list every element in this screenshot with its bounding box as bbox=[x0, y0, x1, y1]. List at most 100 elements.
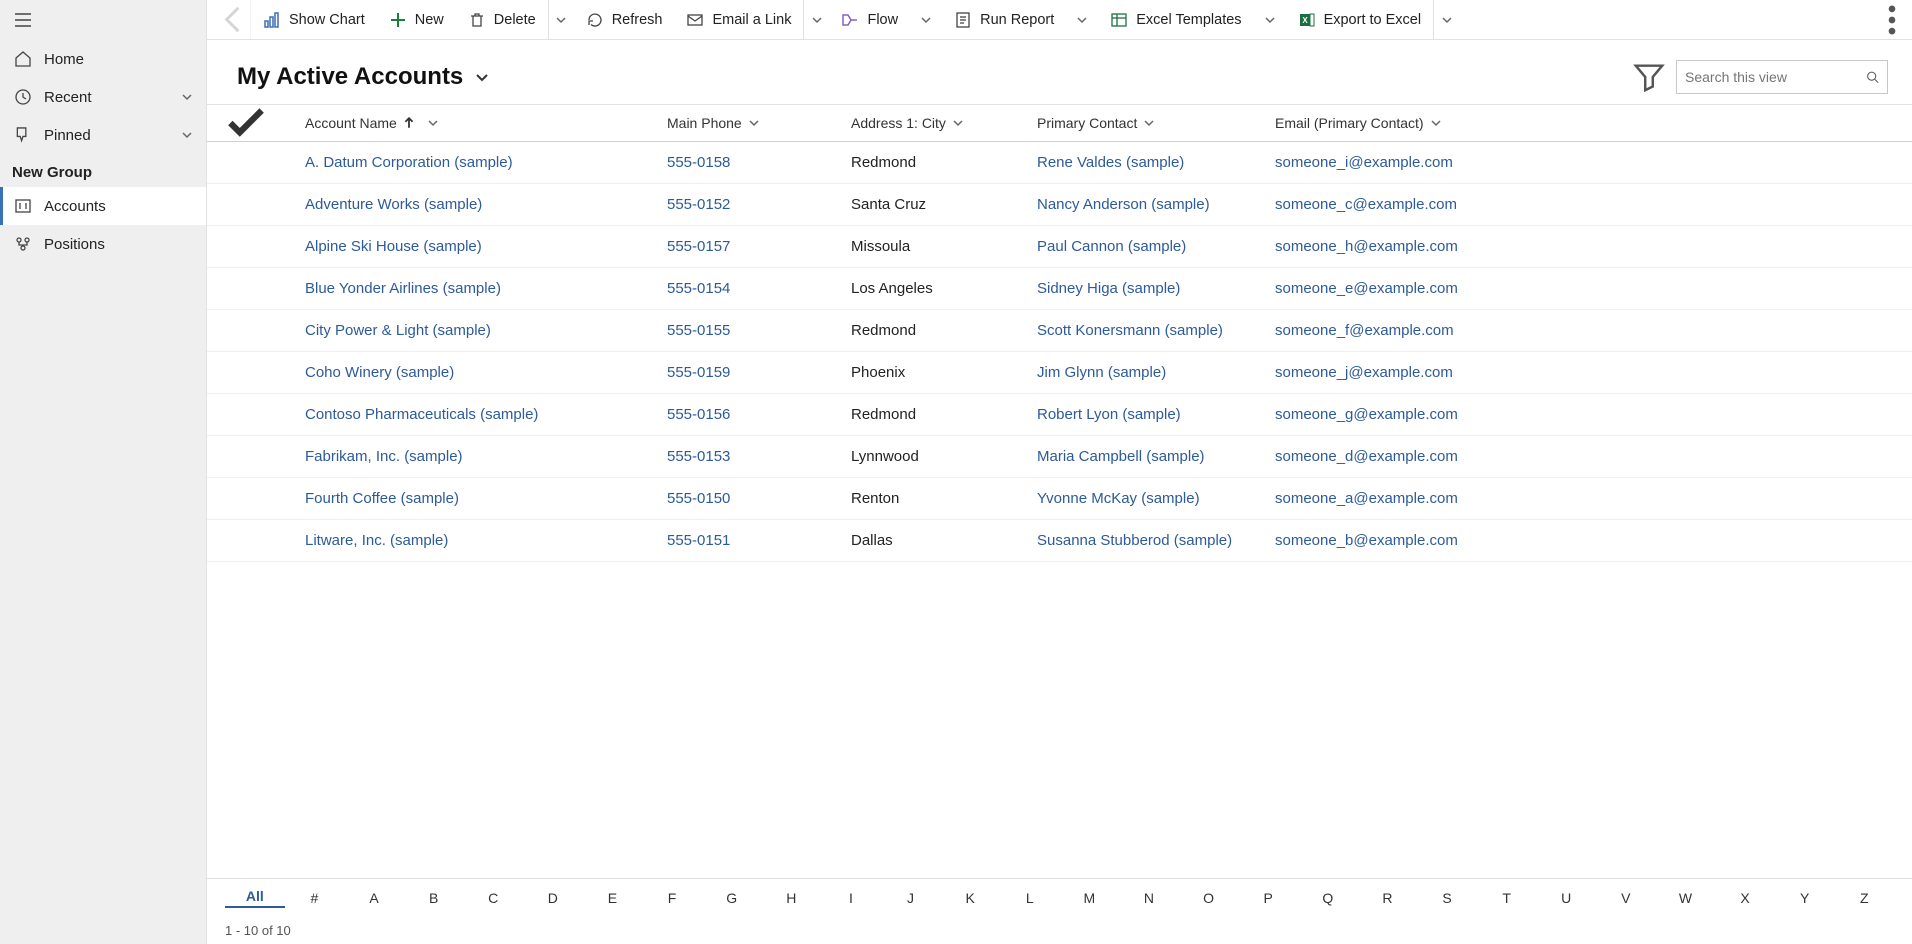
cell-phone[interactable]: 555-0158 bbox=[667, 154, 851, 171]
alpha-x[interactable]: X bbox=[1715, 890, 1775, 906]
cell-email[interactable]: someone_i@example.com bbox=[1275, 154, 1912, 171]
cell-phone[interactable]: 555-0153 bbox=[667, 448, 851, 465]
cell-contact[interactable]: Paul Cannon (sample) bbox=[1037, 238, 1275, 255]
cell-contact[interactable]: Robert Lyon (sample) bbox=[1037, 406, 1275, 423]
alpha-v[interactable]: V bbox=[1596, 890, 1656, 906]
cell-contact[interactable]: Maria Campbell (sample) bbox=[1037, 448, 1275, 465]
cell-email[interactable]: someone_h@example.com bbox=[1275, 238, 1912, 255]
cell-account-name[interactable]: Adventure Works (sample) bbox=[271, 196, 667, 213]
cell-email[interactable]: someone_a@example.com bbox=[1275, 490, 1912, 507]
cell-contact[interactable]: Scott Konersmann (sample) bbox=[1037, 322, 1275, 339]
table-row[interactable]: Fabrikam, Inc. (sample)555-0153LynnwoodM… bbox=[207, 436, 1912, 478]
alpha-c[interactable]: C bbox=[463, 890, 523, 906]
cell-phone[interactable]: 555-0152 bbox=[667, 196, 851, 213]
table-row[interactable]: Alpine Ski House (sample)555-0157Missoul… bbox=[207, 226, 1912, 268]
alpha-all[interactable]: All bbox=[225, 888, 285, 908]
cell-contact[interactable]: Susanna Stubberod (sample) bbox=[1037, 532, 1275, 549]
cell-email[interactable]: someone_b@example.com bbox=[1275, 532, 1912, 549]
cell-phone[interactable]: 555-0154 bbox=[667, 280, 851, 297]
cell-account-name[interactable]: A. Datum Corporation (sample) bbox=[271, 154, 667, 171]
table-row[interactable]: A. Datum Corporation (sample)555-0158Red… bbox=[207, 142, 1912, 184]
table-row[interactable]: Blue Yonder Airlines (sample)555-0154Los… bbox=[207, 268, 1912, 310]
column-email[interactable]: Email (Primary Contact) bbox=[1275, 115, 1912, 131]
alpha-l[interactable]: L bbox=[1000, 890, 1060, 906]
export-excel-dropdown[interactable] bbox=[1433, 0, 1459, 40]
run-report-button[interactable]: Run Report bbox=[942, 0, 1066, 40]
sidebar-item-home[interactable]: Home bbox=[0, 40, 206, 78]
cell-contact[interactable]: Nancy Anderson (sample) bbox=[1037, 196, 1275, 213]
alpha-t[interactable]: T bbox=[1477, 890, 1537, 906]
alpha-u[interactable]: U bbox=[1536, 890, 1596, 906]
alpha-w[interactable]: W bbox=[1656, 890, 1716, 906]
more-commands-button[interactable] bbox=[1872, 0, 1912, 40]
alpha-q[interactable]: Q bbox=[1298, 890, 1358, 906]
cell-email[interactable]: someone_j@example.com bbox=[1275, 364, 1912, 381]
alpha-#[interactable]: # bbox=[285, 890, 345, 906]
alpha-h[interactable]: H bbox=[761, 890, 821, 906]
alpha-a[interactable]: A bbox=[344, 890, 404, 906]
cell-email[interactable]: someone_f@example.com bbox=[1275, 322, 1912, 339]
flow-dropdown[interactable] bbox=[910, 0, 942, 40]
cell-account-name[interactable]: City Power & Light (sample) bbox=[271, 322, 667, 339]
cell-contact[interactable]: Yvonne McKay (sample) bbox=[1037, 490, 1275, 507]
cell-account-name[interactable]: Contoso Pharmaceuticals (sample) bbox=[271, 406, 667, 423]
view-title-dropdown[interactable]: My Active Accounts bbox=[237, 63, 491, 91]
delete-dropdown[interactable] bbox=[548, 0, 574, 40]
alpha-r[interactable]: R bbox=[1358, 890, 1418, 906]
search-input[interactable] bbox=[1685, 69, 1866, 85]
sidebar-item-accounts[interactable]: Accounts bbox=[0, 187, 206, 225]
alpha-d[interactable]: D bbox=[523, 890, 583, 906]
cell-phone[interactable]: 555-0150 bbox=[667, 490, 851, 507]
excel-templates-dropdown[interactable] bbox=[1254, 0, 1286, 40]
alpha-s[interactable]: S bbox=[1417, 890, 1477, 906]
back-button[interactable] bbox=[215, 0, 251, 40]
alpha-i[interactable]: I bbox=[821, 890, 881, 906]
alpha-e[interactable]: E bbox=[583, 890, 643, 906]
column-main-phone[interactable]: Main Phone bbox=[667, 115, 851, 131]
cell-account-name[interactable]: Coho Winery (sample) bbox=[271, 364, 667, 381]
alpha-y[interactable]: Y bbox=[1775, 890, 1835, 906]
sidebar-item-recent[interactable]: Recent bbox=[0, 78, 206, 116]
excel-templates-button[interactable]: Excel Templates bbox=[1098, 0, 1253, 40]
sidebar-item-pinned[interactable]: Pinned bbox=[0, 116, 206, 154]
alpha-b[interactable]: B bbox=[404, 890, 464, 906]
alpha-f[interactable]: F bbox=[642, 890, 702, 906]
alpha-j[interactable]: J bbox=[881, 890, 941, 906]
filter-button[interactable] bbox=[1632, 60, 1666, 94]
email-link-button[interactable]: Email a Link bbox=[674, 0, 803, 40]
cell-phone[interactable]: 555-0159 bbox=[667, 364, 851, 381]
cell-contact[interactable]: Jim Glynn (sample) bbox=[1037, 364, 1275, 381]
table-row[interactable]: Litware, Inc. (sample)555-0151DallasSusa… bbox=[207, 520, 1912, 562]
alpha-z[interactable]: Z bbox=[1834, 890, 1894, 906]
table-row[interactable]: Coho Winery (sample)555-0159PhoenixJim G… bbox=[207, 352, 1912, 394]
alpha-g[interactable]: G bbox=[702, 890, 762, 906]
show-chart-button[interactable]: Show Chart bbox=[251, 0, 377, 40]
cell-account-name[interactable]: Fabrikam, Inc. (sample) bbox=[271, 448, 667, 465]
cell-contact[interactable]: Sidney Higa (sample) bbox=[1037, 280, 1275, 297]
table-row[interactable]: Adventure Works (sample)555-0152Santa Cr… bbox=[207, 184, 1912, 226]
alpha-n[interactable]: N bbox=[1119, 890, 1179, 906]
flow-button[interactable]: Flow bbox=[829, 0, 910, 40]
export-excel-button[interactable]: X Export to Excel bbox=[1286, 0, 1434, 40]
cell-email[interactable]: someone_e@example.com bbox=[1275, 280, 1912, 297]
cell-phone[interactable]: 555-0155 bbox=[667, 322, 851, 339]
search-box[interactable] bbox=[1676, 60, 1888, 94]
sidebar-item-positions[interactable]: Positions bbox=[0, 225, 206, 263]
alpha-o[interactable]: O bbox=[1179, 890, 1239, 906]
cell-account-name[interactable]: Litware, Inc. (sample) bbox=[271, 532, 667, 549]
cell-phone[interactable]: 555-0157 bbox=[667, 238, 851, 255]
cell-account-name[interactable]: Blue Yonder Airlines (sample) bbox=[271, 280, 667, 297]
table-row[interactable]: City Power & Light (sample)555-0155Redmo… bbox=[207, 310, 1912, 352]
cell-email[interactable]: someone_g@example.com bbox=[1275, 406, 1912, 423]
alpha-p[interactable]: P bbox=[1238, 890, 1298, 906]
run-report-dropdown[interactable] bbox=[1066, 0, 1098, 40]
column-account-name[interactable]: Account Name bbox=[271, 115, 667, 131]
column-primary-contact[interactable]: Primary Contact bbox=[1037, 115, 1275, 131]
cell-contact[interactable]: Rene Valdes (sample) bbox=[1037, 154, 1275, 171]
cell-email[interactable]: someone_c@example.com bbox=[1275, 196, 1912, 213]
new-button[interactable]: New bbox=[377, 0, 456, 40]
alpha-m[interactable]: M bbox=[1060, 890, 1120, 906]
table-row[interactable]: Contoso Pharmaceuticals (sample)555-0156… bbox=[207, 394, 1912, 436]
table-row[interactable]: Fourth Coffee (sample)555-0150RentonYvon… bbox=[207, 478, 1912, 520]
cell-phone[interactable]: 555-0156 bbox=[667, 406, 851, 423]
